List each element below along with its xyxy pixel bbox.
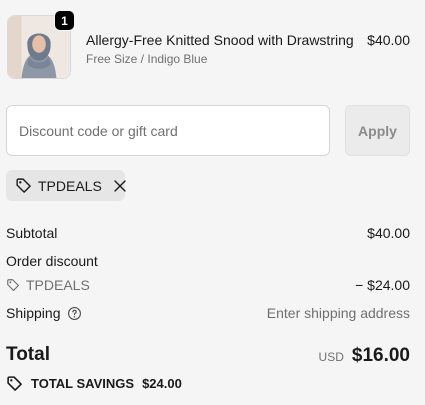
shipping-value: Enter shipping address <box>266 305 410 321</box>
applied-code-label: TPDEALS <box>38 177 102 194</box>
apply-button[interactable]: Apply <box>345 105 410 156</box>
savings-tag-icon <box>7 376 22 391</box>
total-label: Total <box>6 344 50 365</box>
total-savings: TOTAL SAVINGS $24.00 <box>6 375 182 392</box>
savings-label: TOTAL SAVINGS <box>31 376 135 391</box>
discount-code-row: TPDEALS − $24.00 <box>6 277 410 293</box>
order-discount-label: Order discount <box>6 253 98 269</box>
discount-code-input[interactable] <box>6 105 330 156</box>
subtotal-value: $40.00 <box>367 225 410 241</box>
savings-value: $24.00 <box>142 376 182 391</box>
help-icon[interactable] <box>67 306 82 321</box>
product-variant: Free Size / Indigo Blue <box>86 52 208 66</box>
close-icon[interactable] <box>112 178 128 194</box>
subtotal-row: Subtotal $40.00 <box>6 225 410 241</box>
currency-code: USD <box>318 350 344 364</box>
total-amount-group: USD $16.00 <box>319 345 410 367</box>
line-item: 1 Allergy-Free Knitted Snood with Drawst… <box>6 10 410 80</box>
quantity-badge: 1 <box>54 10 75 31</box>
order-discount-row: Order discount <box>6 253 410 269</box>
applied-discount-chip: TPDEALS <box>6 170 128 201</box>
subtotal-label: Subtotal <box>6 225 58 241</box>
product-title: Allergy-Free Knitted Snood with Drawstri… <box>86 32 354 48</box>
total-amount: $16.00 <box>351 345 410 366</box>
shipping-row: Shipping Enter shipping address <box>6 305 410 321</box>
product-price: $40.00 <box>367 32 410 48</box>
shipping-label: Shipping <box>6 305 61 321</box>
tag-icon <box>16 178 31 193</box>
discount-value: − $24.00 <box>355 277 410 293</box>
discount-code-label: TPDEALS <box>26 277 90 293</box>
tag-icon <box>7 279 19 291</box>
